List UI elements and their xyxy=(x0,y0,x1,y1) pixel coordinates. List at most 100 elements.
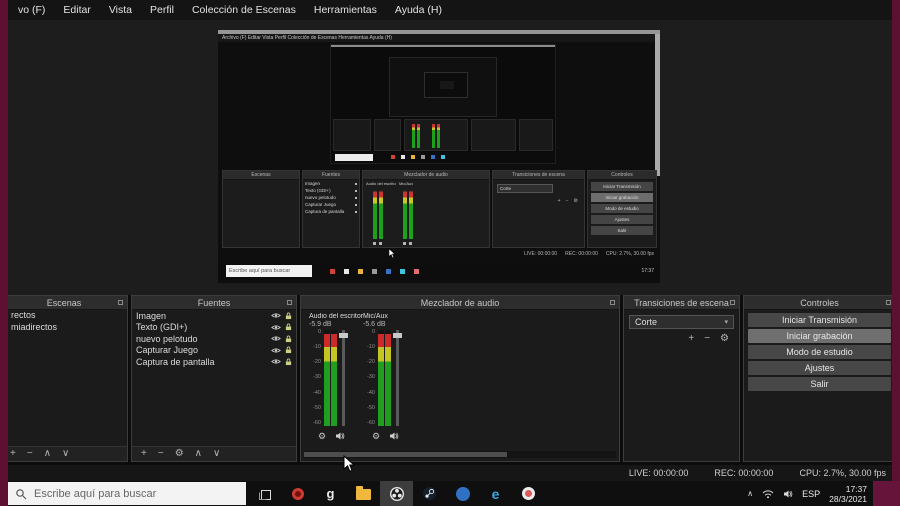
app-icon-chat[interactable] xyxy=(512,481,545,506)
lock-icon[interactable] xyxy=(285,335,292,343)
mini-eye-icon xyxy=(355,189,357,192)
scene-item[interactable]: rectos xyxy=(1,310,127,322)
audio-meter-right xyxy=(385,330,391,426)
mini-source-row: Capturar Juego xyxy=(303,201,359,208)
taskbar-search-input[interactable] xyxy=(34,487,229,500)
move-source-down-icon[interactable]: ∨ xyxy=(213,449,220,459)
visibility-eye-icon[interactable] xyxy=(271,312,281,319)
panel-pin-icon[interactable] xyxy=(730,300,735,305)
mini-menu-text: Archivo (F) Editar Vista Perfil Colecció… xyxy=(222,35,392,41)
lock-icon[interactable] xyxy=(285,312,292,320)
mixer-panel-header[interactable]: Mezclador de audio xyxy=(301,296,619,310)
menu-editar[interactable]: Editar xyxy=(54,0,99,20)
lock-icon[interactable] xyxy=(285,346,292,354)
menu-perfil[interactable]: Perfil xyxy=(141,0,183,20)
menu-coleccion-escenas[interactable]: Colección de Escenas xyxy=(183,0,305,20)
app-icon-steam[interactable] xyxy=(413,481,446,506)
taskbar-clock[interactable]: 17:37 28/3/2021 xyxy=(829,484,867,504)
captured-scrollbar xyxy=(655,34,660,176)
mini-speaker-icon xyxy=(379,242,382,245)
lock-icon[interactable] xyxy=(285,323,292,331)
visibility-eye-icon[interactable] xyxy=(271,324,281,331)
visibility-eye-icon[interactable] xyxy=(271,335,281,342)
mini-source-row: Texto (GDI+) xyxy=(303,187,359,194)
mini-mixer-title: Mezclador de audio xyxy=(363,171,489,180)
language-indicator[interactable]: ESP xyxy=(802,489,820,499)
controls-panel-header[interactable]: Controles xyxy=(744,296,895,310)
transitions-panel-title: Transiciones de escena xyxy=(634,297,729,308)
visibility-eye-icon[interactable] xyxy=(271,347,281,354)
mixer-gear-icon[interactable]: ⚙ xyxy=(318,431,326,441)
source-properties-gear-icon[interactable]: ⚙ xyxy=(175,449,184,459)
scrollbar-thumb[interactable] xyxy=(304,452,507,457)
speaker-icon[interactable] xyxy=(389,431,399,441)
source-row[interactable]: Captura de pantalla xyxy=(132,356,296,368)
app-icon-gimp[interactable]: g xyxy=(314,481,347,506)
mini-meter-label: Mic/Aux xyxy=(399,181,414,186)
taskbar-apps: g e xyxy=(281,481,545,506)
mini-preview-level5 xyxy=(440,81,454,89)
menu-vista[interactable]: Vista xyxy=(100,0,141,20)
visibility-eye-icon[interactable] xyxy=(271,358,281,365)
app-icon-file-explorer[interactable] xyxy=(347,481,380,506)
exit-button[interactable]: Salir xyxy=(748,377,891,391)
menu-archivo[interactable]: vo (F) xyxy=(9,0,54,20)
mini-source-label: nuevo pelotudo xyxy=(305,195,336,200)
settings-button[interactable]: Ajustes xyxy=(748,361,891,375)
volume-slider-handle[interactable] xyxy=(339,333,348,338)
move-scene-up-icon[interactable]: ∧ xyxy=(44,449,51,459)
transition-gear-icon[interactable]: ⚙ xyxy=(720,334,729,344)
wifi-icon[interactable] xyxy=(762,489,774,499)
panel-pin-icon[interactable] xyxy=(610,300,615,305)
search-icon xyxy=(16,488,27,499)
panel-pin-icon[interactable] xyxy=(886,300,891,305)
menu-ayuda[interactable]: Ayuda (H) xyxy=(386,0,451,20)
taskbar-search[interactable] xyxy=(8,482,246,505)
lock-icon[interactable] xyxy=(285,358,292,366)
panel-pin-icon[interactable] xyxy=(118,300,123,305)
app-icon-blue-app[interactable] xyxy=(446,481,479,506)
remove-scene-icon[interactable]: − xyxy=(27,449,33,459)
volume-slider[interactable] xyxy=(393,330,402,426)
mini-eye-icon xyxy=(355,203,357,206)
start-recording-button[interactable]: Iniciar grabación xyxy=(748,329,891,343)
menu-herramientas[interactable]: Herramientas xyxy=(305,0,386,20)
mini-app-icon xyxy=(411,155,415,159)
task-view-icon[interactable] xyxy=(250,481,280,506)
app-icon-obs[interactable] xyxy=(380,481,413,506)
mixer-gear-icon[interactable]: ⚙ xyxy=(372,431,380,441)
move-scene-down-icon[interactable]: ∨ xyxy=(62,449,69,459)
preview-canvas[interactable]: Archivo (F) Editar Vista Perfil Colecció… xyxy=(218,30,660,283)
volume-slider[interactable] xyxy=(339,330,348,426)
panel-pin-icon[interactable] xyxy=(287,300,292,305)
remove-source-icon[interactable]: − xyxy=(158,449,164,459)
mini-source-row: Captura de pantalla xyxy=(303,208,359,215)
app-icon-edge[interactable]: e xyxy=(479,481,512,506)
source-row[interactable]: nuevo pelotudo xyxy=(132,333,296,345)
speaker-icon[interactable] xyxy=(335,431,345,441)
volume-icon[interactable] xyxy=(783,489,793,499)
volume-slider-handle[interactable] xyxy=(393,333,402,338)
add-transition-icon[interactable]: + xyxy=(688,334,694,344)
add-scene-icon[interactable]: + xyxy=(10,449,16,459)
mini-audio-meter xyxy=(437,124,440,148)
blue-circle-icon xyxy=(455,486,470,501)
source-row[interactable]: Imagen xyxy=(132,310,296,322)
source-row[interactable]: Texto (GDI+) xyxy=(132,322,296,334)
transitions-panel-header[interactable]: Transiciones de escena xyxy=(624,296,739,310)
mini-audio-meter xyxy=(412,124,415,148)
remove-transition-icon[interactable]: − xyxy=(704,334,710,344)
controls-panel-title: Controles xyxy=(800,297,839,308)
sources-panel-header[interactable]: Fuentes xyxy=(132,296,296,310)
source-row[interactable]: Capturar Juego xyxy=(132,345,296,357)
add-source-icon[interactable]: + xyxy=(141,449,147,459)
studio-mode-button[interactable]: Modo de estudio xyxy=(748,345,891,359)
app-icon-record-ring[interactable] xyxy=(281,481,314,506)
scene-item[interactable]: miadirectos xyxy=(1,322,127,334)
move-source-up-icon[interactable]: ∧ xyxy=(195,449,202,459)
scenes-panel-header[interactable]: Escenas xyxy=(1,296,127,310)
start-streaming-button[interactable]: Iniciar Transmisión xyxy=(748,313,891,327)
db-tick: -10 xyxy=(367,344,375,351)
transition-select[interactable]: Corte ▾ xyxy=(629,315,734,329)
tray-expand-chevron-icon[interactable]: ∧ xyxy=(747,489,753,498)
